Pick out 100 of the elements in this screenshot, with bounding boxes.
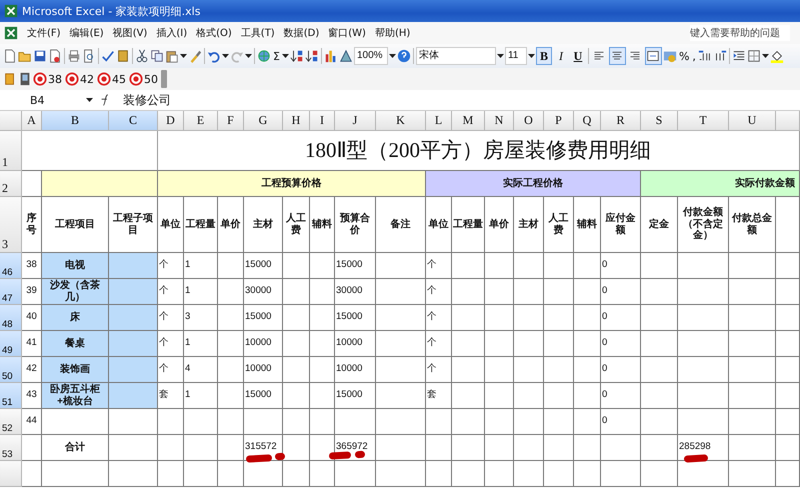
font-field[interactable]: 宋体 bbox=[416, 47, 496, 65]
column-heading: 人工费 bbox=[283, 197, 310, 253]
menu-item[interactable]: 窗口(W) bbox=[328, 26, 366, 40]
column-header[interactable]: K bbox=[376, 111, 426, 131]
format-button[interactable]: U bbox=[570, 47, 586, 65]
toolbar-label[interactable]: 45 bbox=[112, 72, 126, 86]
indent-icon[interactable] bbox=[732, 49, 746, 63]
table-cell: 个 bbox=[426, 357, 452, 383]
align-center-button[interactable] bbox=[608, 47, 626, 65]
column-header[interactable]: H bbox=[283, 111, 310, 131]
row-header[interactable]: 1 bbox=[0, 131, 22, 171]
empty-cell bbox=[244, 409, 283, 435]
menu-item[interactable]: 文件(F) bbox=[27, 26, 61, 40]
column-header[interactable]: T bbox=[678, 111, 729, 131]
row-header[interactable]: 47 bbox=[0, 279, 22, 305]
toolbar-label[interactable]: 50 bbox=[144, 72, 158, 86]
permission-document-icon[interactable] bbox=[48, 49, 62, 63]
open-folder-icon[interactable] bbox=[18, 49, 32, 63]
stamp-icon[interactable] bbox=[65, 72, 79, 86]
column-header[interactable]: Q bbox=[574, 111, 601, 131]
autosum-button[interactable]: Σ bbox=[272, 50, 281, 62]
paintbrush-icon[interactable] bbox=[188, 49, 202, 63]
clipboard-icon[interactable] bbox=[165, 49, 179, 63]
column-header[interactable]: R bbox=[601, 111, 641, 131]
font-size-field[interactable]: 11 bbox=[504, 47, 527, 65]
row-header[interactable]: 52 bbox=[0, 409, 22, 435]
column-header[interactable]: A bbox=[22, 111, 42, 131]
bar-chart-icon[interactable] bbox=[324, 49, 338, 63]
row-header[interactable]: 2 bbox=[0, 171, 22, 197]
column-header[interactable]: J bbox=[335, 111, 376, 131]
scissors-icon[interactable] bbox=[135, 49, 149, 63]
column-header[interactable]: S bbox=[641, 111, 678, 131]
column-header[interactable]: E bbox=[184, 111, 218, 131]
column-header[interactable]: M bbox=[452, 111, 485, 131]
fill-bucket-icon[interactable] bbox=[770, 49, 784, 63]
menu-item[interactable]: 工具(T) bbox=[240, 26, 275, 40]
table-cell: 个 bbox=[426, 253, 452, 279]
column-header[interactable]: I bbox=[310, 111, 335, 131]
excel-document-icon[interactable] bbox=[4, 4, 18, 18]
column-header[interactable]: O bbox=[514, 111, 544, 131]
row-header[interactable]: 51 bbox=[0, 383, 22, 409]
menu-item[interactable]: 格式(O) bbox=[196, 26, 232, 40]
format-button[interactable]: I bbox=[552, 47, 569, 65]
empty-cell bbox=[184, 409, 218, 435]
new-document-icon[interactable] bbox=[3, 49, 17, 63]
stamp-icon[interactable] bbox=[97, 72, 111, 86]
merge-center-button[interactable] bbox=[644, 47, 662, 65]
menu-item[interactable]: 帮助(H) bbox=[374, 26, 410, 40]
column-header[interactable]: C bbox=[109, 111, 158, 131]
undo-icon[interactable] bbox=[207, 49, 221, 63]
toolbar-label[interactable]: 38 bbox=[48, 72, 62, 86]
menu-item[interactable]: 编辑(E) bbox=[70, 26, 104, 40]
zoom-field[interactable]: 100% bbox=[354, 47, 388, 65]
row-header[interactable]: 49 bbox=[0, 331, 22, 357]
menu-item[interactable]: 数据(D) bbox=[284, 26, 320, 40]
row-header[interactable]: 50 bbox=[0, 357, 22, 383]
table-cell: 1 bbox=[184, 253, 218, 279]
borders-icon[interactable] bbox=[746, 49, 761, 63]
format-button[interactable]: B bbox=[536, 47, 552, 65]
row-header[interactable]: 48 bbox=[0, 305, 22, 331]
copy-icon[interactable] bbox=[150, 49, 164, 63]
spelling-check-icon[interactable] bbox=[101, 49, 115, 63]
empty-cell bbox=[678, 279, 729, 305]
name-box[interactable]: B4 bbox=[0, 94, 80, 106]
sort-ascending-icon[interactable] bbox=[290, 49, 304, 63]
menu-item[interactable]: 插入(I) bbox=[156, 26, 188, 40]
row-header[interactable]: 3 bbox=[0, 197, 22, 253]
toolbar-label[interactable]: 42 bbox=[80, 72, 94, 86]
row-header[interactable]: 53 bbox=[0, 435, 22, 461]
column-header[interactable]: B bbox=[42, 111, 109, 131]
save-icon[interactable] bbox=[33, 49, 47, 63]
tablet-icon[interactable] bbox=[18, 72, 32, 86]
empty-cell bbox=[729, 331, 776, 357]
empty-cell bbox=[184, 435, 218, 461]
excel-document-icon[interactable] bbox=[4, 26, 18, 40]
column-header[interactable]: U bbox=[729, 111, 776, 131]
menu-item[interactable]: 视图(V) bbox=[112, 26, 148, 40]
toolbar-options-handle[interactable] bbox=[161, 70, 167, 88]
stamp-icon[interactable] bbox=[129, 72, 143, 86]
percent-button[interactable]: % bbox=[678, 50, 690, 62]
help-icon[interactable] bbox=[396, 49, 411, 63]
increase-decimal-icon[interactable] bbox=[698, 49, 712, 63]
globe-icon[interactable] bbox=[257, 49, 271, 63]
column-header[interactable]: N bbox=[485, 111, 514, 131]
column-header[interactable]: L bbox=[426, 111, 452, 131]
empty-cell bbox=[776, 331, 800, 357]
column-header[interactable]: G bbox=[244, 111, 283, 131]
formula-field[interactable]: 装修公司 bbox=[119, 92, 171, 108]
sort-descending-icon[interactable] bbox=[304, 49, 319, 63]
help-search-field[interactable]: 键入需要帮助的问题 bbox=[690, 25, 790, 41]
print-icon[interactable] bbox=[67, 49, 81, 63]
comma-button[interactable]: , bbox=[691, 50, 697, 62]
stamp-icon[interactable] bbox=[33, 72, 47, 86]
column-header[interactable]: P bbox=[544, 111, 574, 131]
print-preview-icon[interactable] bbox=[82, 49, 96, 63]
row-header[interactable]: 46 bbox=[0, 253, 22, 279]
empty-cell bbox=[776, 461, 800, 487]
column-header[interactable]: D bbox=[158, 111, 184, 131]
column-header[interactable]: F bbox=[218, 111, 244, 131]
empty-cell bbox=[376, 357, 426, 383]
